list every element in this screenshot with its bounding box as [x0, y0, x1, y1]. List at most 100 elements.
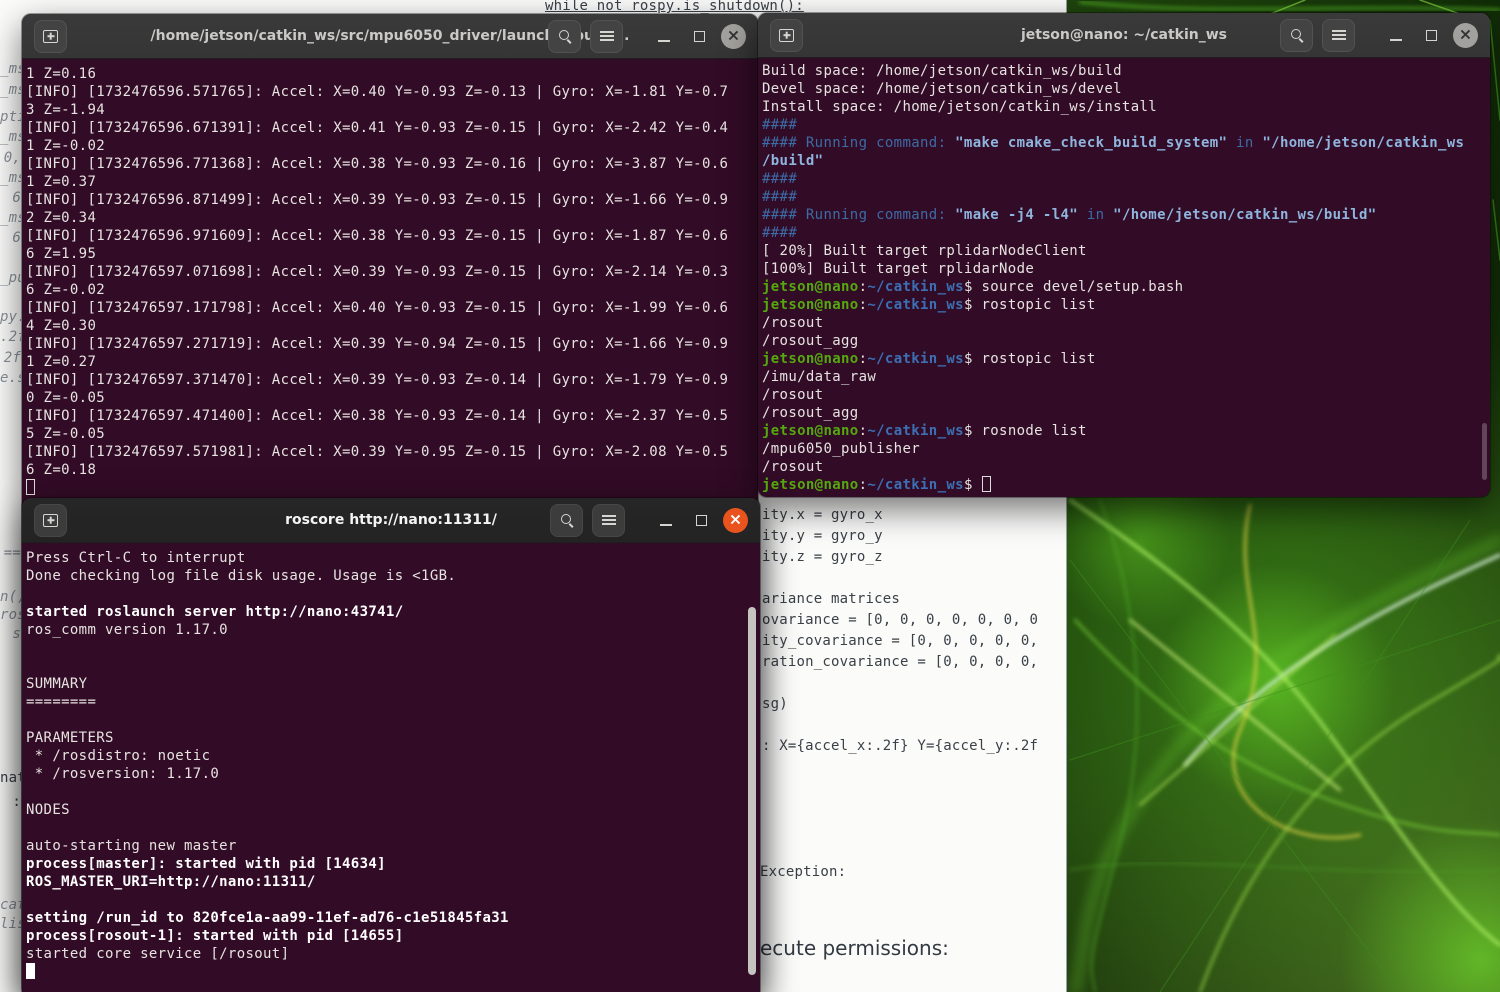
search-button[interactable] — [1280, 18, 1313, 52]
minimize-button[interactable] — [653, 507, 679, 533]
maximize-button[interactable] — [1418, 22, 1444, 48]
new-tab-button[interactable] — [34, 19, 67, 53]
editor-text-fragment: _pu — [0, 270, 21, 286]
terminal-content[interactable]: Build space: /home/jetson/catkin_ws/buil… — [758, 58, 1490, 494]
terminal-line: 1 Z=0.37 — [26, 174, 97, 190]
editor-text-fragment: == — [3, 545, 21, 561]
editor-text-fragment: ovariance = [0, 0, 0, 0, 0, 0, 0 — [762, 612, 1039, 628]
terminal-line: [INFO] [1732476596.671391]: Accel: X=0.4… — [26, 120, 729, 136]
terminal-line: 2 Z=0.34 — [26, 210, 97, 226]
terminal-line: ros_comm version 1.17.0 — [26, 622, 228, 638]
terminal-line: 6 Z=-0.02 — [26, 282, 106, 298]
minimize-icon — [660, 523, 672, 526]
titlebar[interactable]: jetson@nano: ~/catkin_ws × — [758, 13, 1490, 58]
terminal-line: 4 Z=0.30 — [26, 318, 97, 334]
maximize-icon — [693, 30, 705, 42]
close-button[interactable]: × — [721, 23, 746, 49]
terminal-content[interactable]: Press Ctrl-C to interrupt Done checking l… — [22, 543, 760, 981]
terminal-line: Build space: /home/jetson/catkin_ws/buil… — [762, 63, 1122, 79]
editor-text-fragment: 0, — [3, 150, 21, 166]
terminal-line: jetson@nano:~/catkin_ws$ — [762, 476, 1490, 494]
terminal-line: [INFO] [1732476596.571765]: Accel: X=0.4… — [26, 84, 729, 100]
terminal-line: 1 Z=0.27 — [26, 354, 97, 370]
editor-text-fragment: ariance matrices — [762, 591, 901, 607]
menu-icon — [599, 31, 614, 41]
terminal-line: ROS_MASTER_URI=http://nano:11311/ — [26, 874, 316, 890]
scrollbar[interactable] — [1482, 423, 1487, 480]
terminal-line: process[master]: started with pid [14634… — [26, 856, 386, 872]
terminal-line: [INFO] [1732476597.371470]: Accel: X=0.3… — [26, 372, 729, 388]
terminal-line: Devel space: /home/jetson/catkin_ws/deve… — [762, 81, 1122, 97]
editor-text-fragment: ity_covariance = [0, 0, 0, 0, 0, — [762, 633, 1039, 649]
new-tab-icon — [779, 28, 794, 42]
editor-text-fragment: cat — [0, 897, 21, 913]
terminal-line: Done checking log file disk usage. Usage… — [26, 568, 457, 584]
terminal-line: [INFO] [1732476596.871499]: Accel: X=0.3… — [26, 192, 729, 208]
editor-text-fragment: ity.x = gyro_x — [762, 507, 883, 523]
search-button[interactable] — [548, 19, 581, 53]
editor-text-fragment: s — [12, 626, 21, 642]
editor-text-fragment: ity.y = gyro_y — [762, 528, 883, 544]
editor-text-fragment: e.s — [0, 370, 21, 386]
menu-button[interactable] — [592, 503, 625, 537]
terminal-line: /imu/data_raw — [762, 369, 877, 385]
titlebar[interactable]: /home/jetson/catkin_ws/src/mpu6050_drive… — [22, 14, 758, 59]
terminal-line: #### — [762, 225, 798, 241]
terminal-line: [INFO] [1732476597.171798]: Accel: X=0.4… — [26, 300, 729, 316]
terminal-line: #### Running command: "make -j4 -l4" in … — [762, 207, 1377, 223]
editor-text-fragment: ity.z = gyro_z — [762, 549, 883, 565]
terminal-line: jetson@nano:~/catkin_ws$ rostopic list — [762, 351, 1096, 367]
minimize-button[interactable] — [1383, 22, 1409, 48]
terminal-line: 5 Z=-0.05 — [26, 426, 106, 442]
search-button[interactable] — [550, 503, 583, 537]
terminal-content[interactable]: 1 Z=0.16 [INFO] [1732476596.571765]: Acce… — [22, 59, 758, 497]
terminal-line: 1 Z=0.16 — [26, 66, 97, 82]
editor-text-fragment: 2f — [3, 350, 21, 366]
new-tab-button[interactable] — [770, 18, 803, 52]
editor-text-fragment: _ms — [0, 82, 21, 98]
terminal-line: started roslaunch server http://nano:437… — [26, 604, 404, 620]
new-tab-button[interactable] — [34, 503, 67, 537]
terminal-window-roscore: roscore http://nano:11311/ × Press Ctrl-… — [22, 498, 760, 992]
terminal-line: process[rosout-1]: started with pid [146… — [26, 928, 404, 944]
editor-text-fragment: _ms — [0, 210, 21, 226]
menu-icon — [1331, 30, 1346, 40]
terminal-line: [INFO] [1732476596.971609]: Accel: X=0.3… — [26, 228, 729, 244]
terminal-line: 6 Z=0.18 — [26, 462, 97, 478]
maximize-icon — [695, 514, 707, 526]
maximize-button[interactable] — [686, 23, 712, 49]
terminal-line: [INFO] [1732476597.471400]: Accel: X=0.3… — [26, 408, 729, 424]
editor-text-fragment: nat — [0, 770, 21, 786]
terminal-line: [INFO] [1732476597.571981]: Accel: X=0.3… — [26, 444, 729, 460]
terminal-line: #### Running command: "make cmake_check_… — [762, 135, 1465, 151]
close-button[interactable]: × — [1453, 22, 1478, 48]
terminal-line: /rosout — [762, 315, 824, 331]
maximize-icon — [1425, 29, 1437, 41]
menu-button[interactable] — [590, 19, 623, 53]
editor-text-fragment: _ms — [0, 129, 21, 145]
terminal-line: Install space: /home/jetson/catkin_ws/in… — [762, 99, 1158, 115]
editor-text-fragment: _ms — [0, 61, 21, 77]
close-button[interactable]: × — [723, 507, 748, 533]
editor-text-fragment: .2f — [0, 329, 21, 345]
close-icon: × — [1458, 24, 1473, 44]
terminal-line: 3 Z=-1.94 — [26, 102, 106, 118]
menu-button[interactable] — [1322, 18, 1355, 52]
new-tab-icon — [43, 513, 58, 527]
terminal-line: /build" — [762, 153, 824, 169]
editor-text-fragment: sg) — [762, 696, 788, 712]
terminal-window-catkin-build: jetson@nano: ~/catkin_ws × Build space: … — [758, 13, 1490, 497]
new-tab-icon — [43, 29, 58, 43]
terminal-line: #### — [762, 117, 798, 133]
minimize-button[interactable] — [651, 23, 677, 49]
scrollbar[interactable] — [748, 607, 756, 975]
maximize-button[interactable] — [688, 507, 714, 533]
titlebar[interactable]: roscore http://nano:11311/ × — [22, 498, 760, 543]
terminal-line: jetson@nano:~/catkin_ws$ rostopic list — [762, 297, 1096, 313]
editor-text-fragment: ros — [0, 607, 21, 623]
